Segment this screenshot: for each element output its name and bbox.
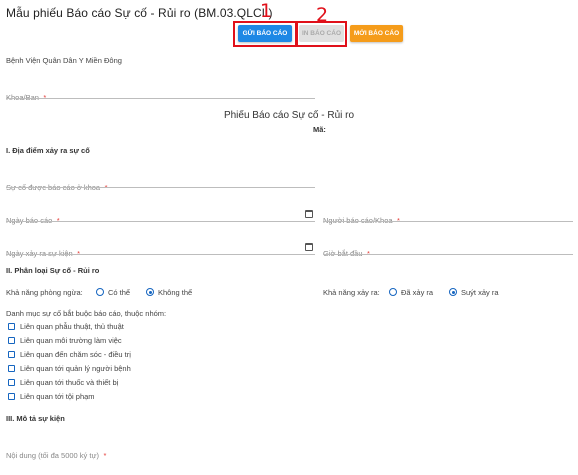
category-checkbox[interactable] [8,393,15,400]
category-label: Liên quan đến chăm sóc - điều trị [20,350,131,359]
category-checkbox[interactable] [8,351,15,358]
radio-preventable-no-label: Không thể [158,288,193,297]
annotation-marker-1: 1 [260,0,273,22]
start-time-underline [323,254,573,255]
category-checkbox[interactable] [8,323,15,330]
category-label: Liên quan phẫu thuật, thủ thuật [20,322,124,331]
highlight-box-1 [233,21,297,47]
reporter-underline [323,221,573,222]
annotation-marker-2: 2 [316,4,329,26]
calendar-icon[interactable] [305,243,313,251]
radio-preventable-yes-label: Có thể [108,288,131,297]
department-underline [6,98,315,99]
page-title: Mẫu phiếu Báo cáo Sự cố - Rủi ro (BM.03.… [6,6,273,20]
preventable-label: Khả năng phòng ngừa: [6,288,83,297]
code-label: Mã: [313,125,326,134]
radio-preventable-yes[interactable] [96,288,104,296]
category-prompt: Danh mục sự cố bắt buộc báo cáo, thuộc n… [6,309,167,318]
radio-occurrence-nearmiss-label: Suýt xảy ra [461,288,499,297]
section-3-heading: III. Mô tả sự kiện [6,414,65,423]
content-label: Nội dung (tối đa 5000 ký tự) [6,451,99,460]
form-title: Phiếu Báo cáo Sự cố - Rủi ro [223,110,355,121]
required-mark: * [103,451,107,460]
category-checkbox[interactable] [8,337,15,344]
reported-dept-underline [6,187,315,188]
category-label: Liên quan tới quản lý người bệnh [20,364,131,373]
category-checkbox[interactable] [8,379,15,386]
category-label: Liên quan môi trường làm việc [20,336,122,345]
calendar-icon[interactable] [305,210,313,218]
category-label: Liên quan tới thuốc và thiết bị [20,378,119,387]
incident-date-underline [6,254,315,255]
radio-occurrence-happened[interactable] [389,288,397,296]
hospital-name: Bệnh Viện Quân Dân Y Miền Đông [6,56,122,65]
report-date-underline [6,221,315,222]
category-label: Liên quan tới tội phạm [20,392,95,401]
radio-preventable-no[interactable] [146,288,154,296]
radio-occurrence-happened-label: Đã xảy ra [401,288,434,297]
section-1-heading: I. Địa điểm xảy ra sự cố [6,146,90,155]
content-field[interactable]: Nội dung (tối đa 5000 ký tự) * [6,445,566,460]
new-report-button[interactable]: MỚI BÁO CÁO [350,25,403,42]
category-checkbox[interactable] [8,365,15,372]
section-2-heading: II. Phân loại Sự cố - Rủi ro [6,266,100,275]
radio-occurrence-nearmiss[interactable] [449,288,457,296]
occurrence-label: Khả năng xảy ra: [323,288,380,297]
